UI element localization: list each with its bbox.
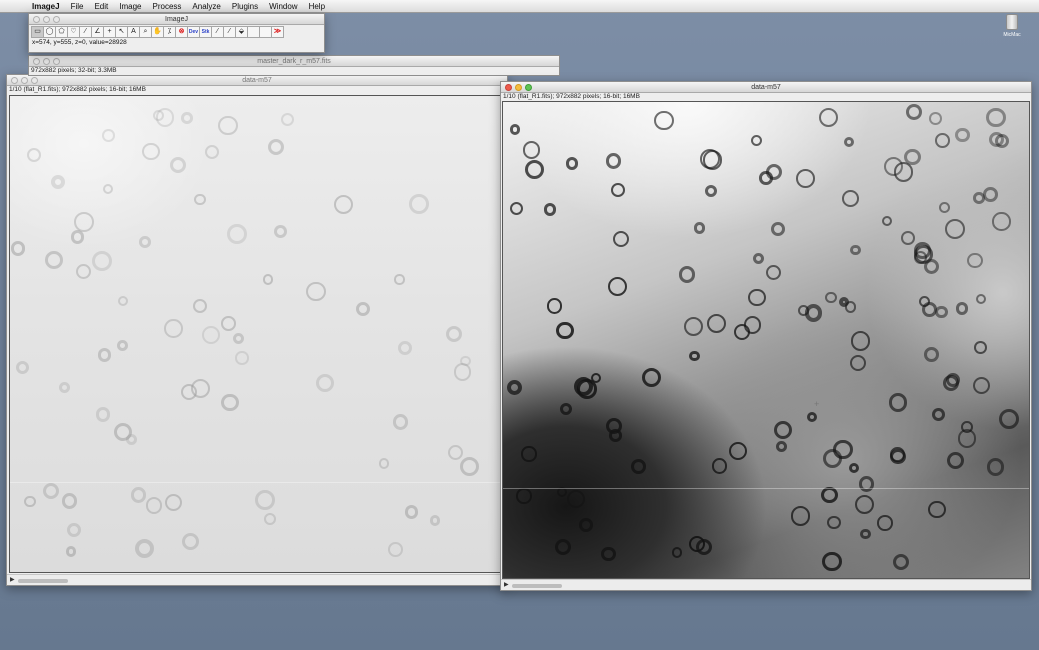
zoom-button[interactable]	[525, 84, 532, 91]
slice-scrollbar[interactable]	[18, 579, 68, 583]
menu-plugins[interactable]: Plugins	[232, 0, 258, 13]
right-image-canvas[interactable]: +	[502, 101, 1030, 579]
dark-window-title: master_dark_r_m57.fits	[257, 58, 331, 65]
left-window-title: data-m57	[242, 77, 272, 84]
cursor-status: x=574, y=555, z=0, value=28928	[32, 39, 127, 46]
right-image-window: data-m57 1/10 (flat_R1.fits); 972x882 pi…	[500, 81, 1032, 591]
left-image-info: 1/10 (flat_R1.fits); 972x882 pixels; 16-…	[7, 86, 507, 94]
menu-edit[interactable]: Edit	[94, 0, 108, 13]
minimize-button[interactable]	[43, 16, 50, 23]
left-image-canvas[interactable]	[9, 95, 503, 573]
close-button[interactable]	[11, 77, 18, 84]
dark-window-titlebar[interactable]: master_dark_r_m57.fits	[29, 56, 559, 67]
imagej-toolbar-window: ImageJ ▭ ◯ ⬠ ♡ ⁄ ∠ + ↖ A ⌕ ✋ ⁒ ⊗ Dev Stk ⁄ ⁄ ⬙ ≫ x=574, y=…	[28, 13, 325, 53]
minimize-button[interactable]	[21, 77, 28, 84]
right-window-title: data-m57	[751, 84, 781, 91]
left-image-window: data-m57 1/10 (flat_R1.fits); 972x882 pi…	[6, 74, 508, 586]
crosshair-cursor-icon: +	[814, 399, 820, 409]
menu-window[interactable]: Window	[269, 0, 297, 13]
play-icon[interactable]: ▶	[10, 576, 15, 583]
right-slice-bar: ▶	[501, 579, 1031, 590]
hard-drive-icon[interactable]	[1006, 14, 1018, 30]
menu-image[interactable]: Image	[119, 0, 141, 13]
desktop-drive[interactable]: MicMac	[998, 14, 1026, 38]
zoom-button[interactable]	[53, 58, 60, 65]
menu-analyze[interactable]: Analyze	[192, 0, 220, 13]
menu-file[interactable]: File	[71, 0, 84, 13]
zoom-button[interactable]	[31, 77, 38, 84]
imagej-title: ImageJ	[165, 16, 188, 23]
dark-frame-window: master_dark_r_m57.fits 972x882 pixels; 3…	[28, 55, 560, 76]
menu-bar: ImageJ File Edit Image Process Analyze P…	[0, 0, 1039, 13]
menu-help[interactable]: Help	[309, 0, 325, 13]
imagej-titlebar[interactable]: ImageJ	[29, 14, 324, 25]
dark-image-info: 972x882 pixels; 32-bit; 3.3MB	[29, 67, 559, 75]
close-button[interactable]	[33, 58, 40, 65]
zoom-button[interactable]	[53, 16, 60, 23]
left-slice-bar: ▶	[7, 574, 507, 585]
more-tools-icon[interactable]: ≫	[271, 26, 284, 38]
drive-label: MicMac	[1003, 32, 1021, 38]
menu-imagej[interactable]: ImageJ	[32, 0, 60, 13]
slice-scrollbar[interactable]	[512, 584, 562, 588]
close-button[interactable]	[505, 84, 512, 91]
tool-bar: ▭ ◯ ⬠ ♡ ⁄ ∠ + ↖ A ⌕ ✋ ⁒ ⊗ Dev Stk ⁄ ⁄ ⬙ ≫	[29, 25, 324, 38]
menu-process[interactable]: Process	[153, 0, 182, 13]
close-button[interactable]	[33, 16, 40, 23]
right-window-titlebar[interactable]: data-m57	[501, 82, 1031, 93]
right-image-info: 1/10 (flat_R1.fits); 972x882 pixels; 16-…	[501, 93, 1031, 101]
play-icon[interactable]: ▶	[504, 581, 509, 588]
minimize-button[interactable]	[515, 84, 522, 91]
minimize-button[interactable]	[43, 58, 50, 65]
left-window-titlebar[interactable]: data-m57	[7, 75, 507, 86]
